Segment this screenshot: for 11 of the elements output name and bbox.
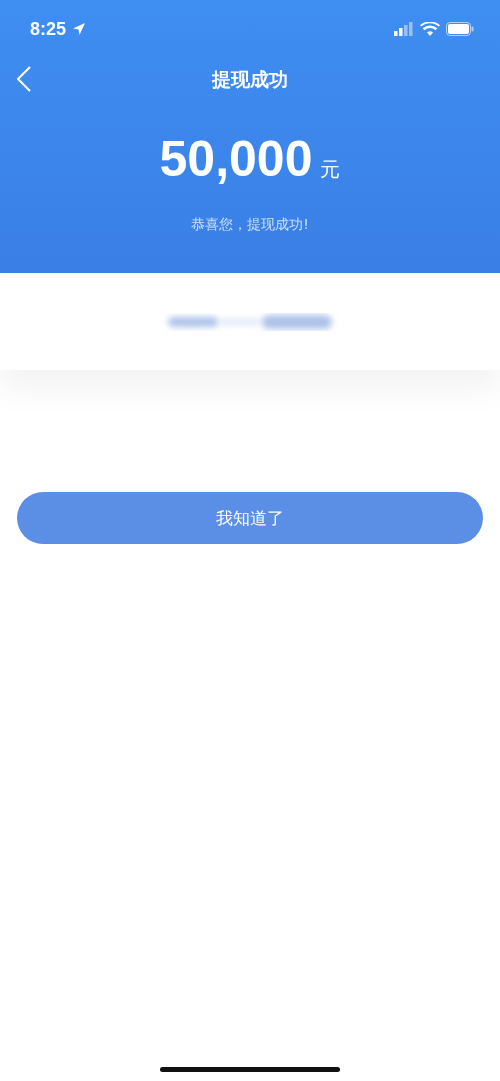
signal-icon bbox=[394, 22, 414, 36]
page-title: 提现成功 bbox=[212, 67, 288, 92]
status-time: 8:25 bbox=[30, 18, 67, 40]
battery-icon bbox=[446, 22, 474, 36]
back-button[interactable] bbox=[14, 66, 34, 94]
wifi-icon bbox=[420, 22, 440, 36]
success-message: 恭喜您，提现成功! bbox=[191, 216, 309, 234]
currency-unit: 元 bbox=[320, 156, 341, 183]
location-arrow-icon bbox=[72, 22, 87, 36]
amount: 50,000 bbox=[159, 130, 313, 188]
confirm-button[interactable]: 我知道了 bbox=[17, 492, 483, 544]
